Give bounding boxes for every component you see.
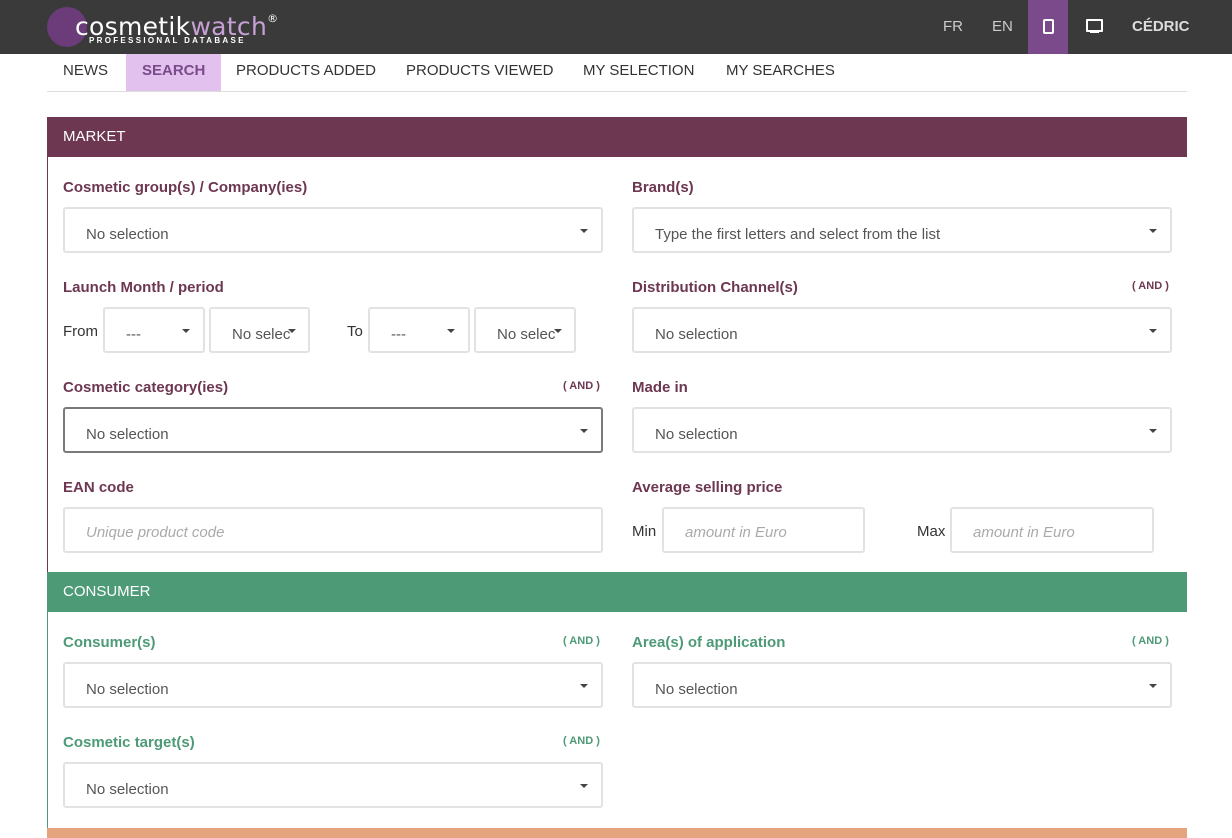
- target-and-badge: ( AND ): [563, 735, 600, 747]
- caret-down-icon: [447, 329, 455, 333]
- consumer-label: Consumer(s): [63, 634, 156, 651]
- target-label: Cosmetic target(s): [63, 734, 195, 751]
- caret-down-icon: [580, 229, 588, 233]
- mobile-view-button[interactable]: [1028, 0, 1068, 54]
- desktop-view-button[interactable]: [1078, 0, 1112, 54]
- caret-down-icon: [580, 784, 588, 788]
- group-label: Cosmetic group(s) / Company(ies): [63, 179, 308, 196]
- brand-label: Brand(s): [632, 179, 694, 196]
- ean-input[interactable]: Unique product code: [63, 507, 603, 553]
- logo-tagline: PROFESSIONAL DATABASE: [89, 36, 246, 45]
- market-section-header: MARKET: [47, 117, 1187, 157]
- max-label: Max: [917, 523, 946, 540]
- madein-label: Made in: [632, 379, 688, 396]
- caret-down-icon: [1149, 229, 1157, 233]
- caret-down-icon: [1149, 429, 1157, 433]
- lang-fr-link[interactable]: FR: [943, 0, 963, 54]
- user-menu[interactable]: CÉDRIC: [1132, 0, 1190, 54]
- tab-products-added[interactable]: PRODUCTS ADDED: [220, 54, 392, 91]
- caret-down-icon: [580, 684, 588, 688]
- distribution-select[interactable]: No selection: [632, 307, 1172, 353]
- next-section-header: [47, 828, 1187, 838]
- tab-products-viewed[interactable]: PRODUCTS VIEWED: [390, 54, 570, 91]
- to-month-select[interactable]: ---: [368, 307, 470, 353]
- logo-text-prefix: c: [75, 12, 90, 41]
- main-tabs: NEWS SEARCH PRODUCTS ADDED PRODUCTS VIEW…: [47, 54, 1187, 92]
- consumer-select[interactable]: No selection: [63, 662, 603, 708]
- caret-down-icon: [288, 329, 296, 333]
- category-and-badge: ( AND ): [563, 380, 600, 392]
- from-month-select[interactable]: ---: [103, 307, 205, 353]
- caret-down-icon: [1149, 329, 1157, 333]
- area-select[interactable]: No selection: [632, 662, 1172, 708]
- lang-en-link[interactable]: EN: [992, 0, 1013, 54]
- ean-label: EAN code: [63, 479, 134, 496]
- tab-my-selection[interactable]: MY SELECTION: [567, 54, 710, 91]
- distribution-and-badge: ( AND ): [1132, 280, 1169, 292]
- madein-select[interactable]: No selection: [632, 407, 1172, 453]
- cosmetikwatch-logo[interactable]: cosmetikwatch® PROFESSIONAL DATABASE: [47, 7, 278, 47]
- caret-down-icon: [182, 329, 190, 333]
- launch-label: Launch Month / period: [63, 279, 224, 296]
- group-select[interactable]: No selection: [63, 207, 603, 253]
- to-year-select[interactable]: No selection: [474, 307, 576, 353]
- caret-down-icon: [580, 429, 588, 433]
- caret-down-icon: [1149, 684, 1157, 688]
- tab-search[interactable]: SEARCH: [126, 54, 222, 91]
- target-select[interactable]: No selection: [63, 762, 603, 808]
- category-label: Cosmetic category(ies): [63, 379, 229, 396]
- price-min-input[interactable]: amount in Euro: [662, 507, 865, 553]
- consumer-section-header: CONSUMER: [47, 572, 1187, 612]
- caret-down-icon: [554, 329, 562, 333]
- min-label: Min: [632, 523, 657, 540]
- area-and-badge: ( AND ): [1132, 635, 1169, 647]
- to-label: To: [347, 323, 363, 340]
- category-select[interactable]: No selection: [63, 407, 603, 453]
- price-label: Average selling price: [632, 479, 783, 496]
- distribution-label: Distribution Channel(s): [632, 279, 798, 296]
- from-year-select[interactable]: No selection: [209, 307, 310, 353]
- price-max-input[interactable]: amount in Euro: [950, 507, 1154, 553]
- brand-select[interactable]: Type the first letters and select from t…: [632, 207, 1172, 253]
- logo-reg: ®: [267, 12, 279, 25]
- mobile-icon: [1043, 19, 1054, 34]
- from-label: From: [63, 323, 98, 340]
- top-navbar: cosmetikwatch® PROFESSIONAL DATABASE FR …: [0, 0, 1232, 54]
- consumer-and-badge: ( AND ): [563, 635, 600, 647]
- area-label: Area(s) of application: [632, 634, 786, 651]
- tab-my-searches[interactable]: MY SEARCHES: [710, 54, 851, 91]
- tab-news[interactable]: NEWS: [47, 54, 124, 91]
